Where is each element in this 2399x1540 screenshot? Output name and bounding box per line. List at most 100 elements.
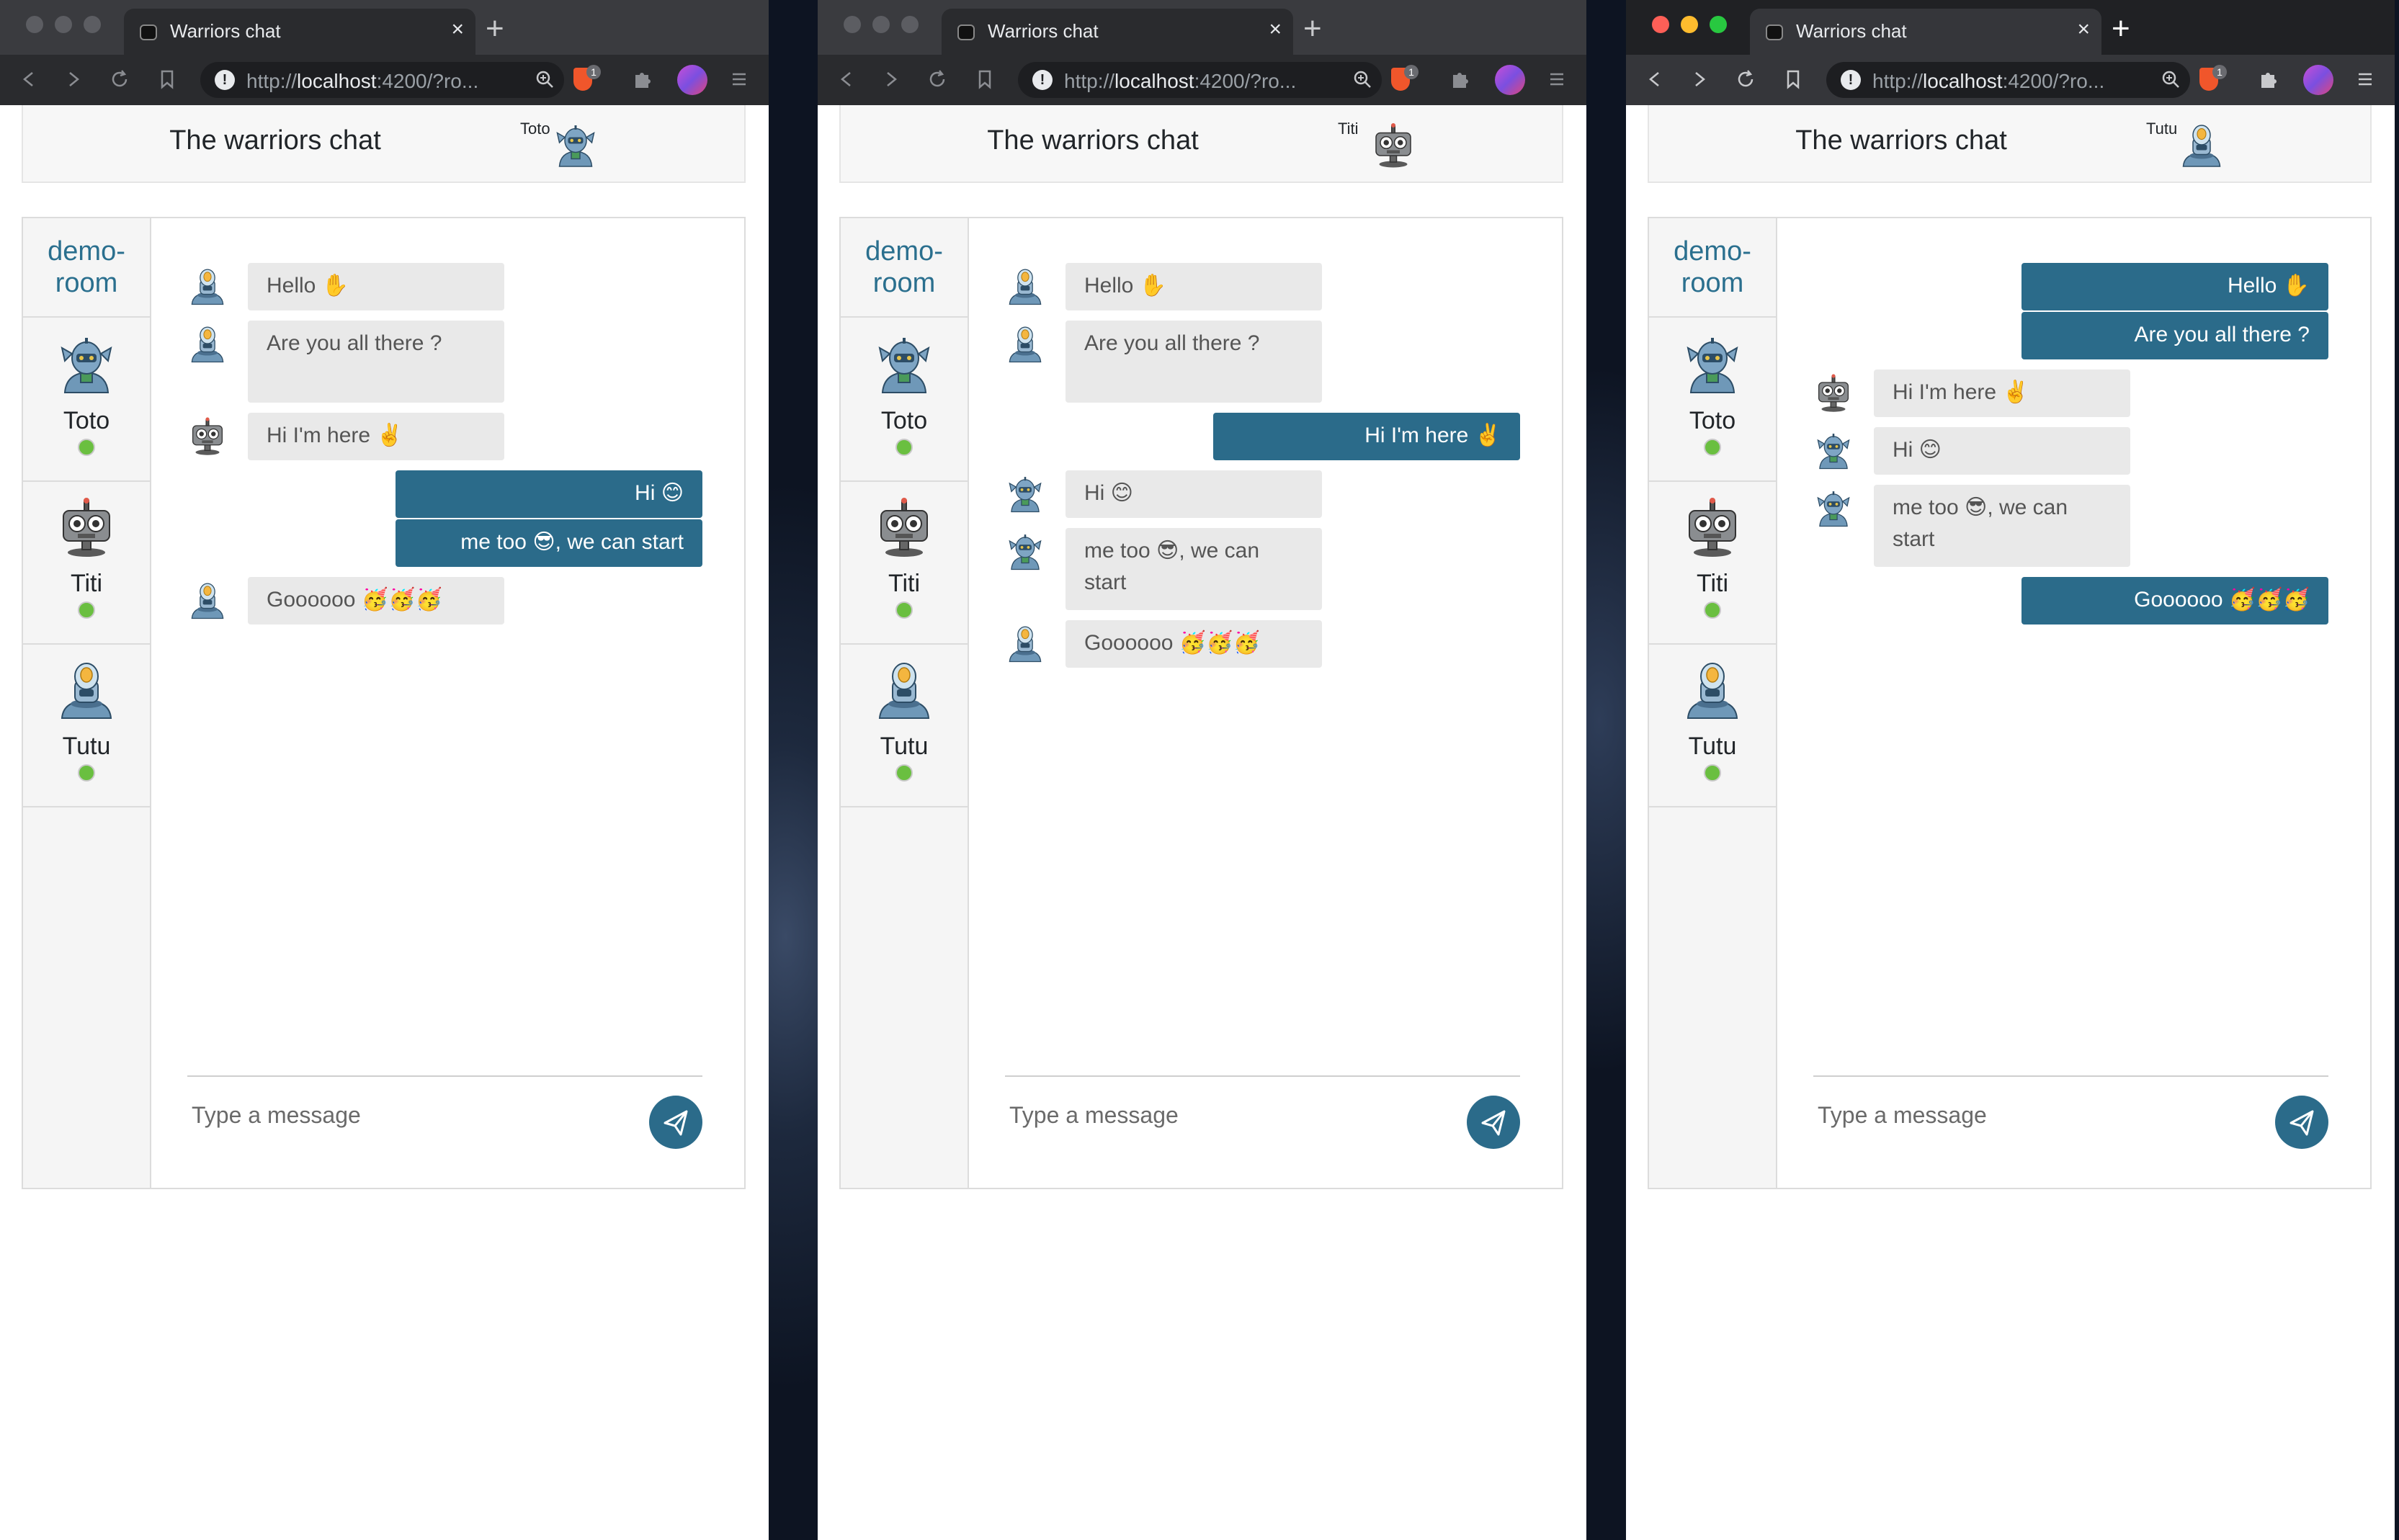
brave-shield-icon[interactable]: 1 — [2199, 65, 2227, 94]
robot-toto-icon — [1005, 531, 1045, 571]
zoom-icon[interactable] — [2160, 66, 2181, 97]
new-tab-button[interactable]: + — [2112, 10, 2130, 48]
brave-shield-icon[interactable]: 1 — [1391, 65, 1419, 94]
tab-warriors-chat[interactable]: Warriors chat × — [124, 9, 475, 55]
incoming-message: Hi 😊 — [1813, 427, 2328, 475]
menu-icon[interactable] — [1542, 63, 1571, 95]
incoming-message: me too 😎, we can start — [1005, 528, 1520, 610]
bookmark-icon[interactable] — [153, 63, 182, 95]
new-tab-button[interactable]: + — [486, 10, 504, 48]
robot-titi-icon — [872, 495, 936, 558]
brave-badge: 1 — [586, 65, 601, 79]
profile-avatar[interactable] — [1495, 65, 1525, 95]
online-status-dot — [895, 439, 913, 456]
menu-icon[interactable] — [2351, 63, 2380, 95]
send-button[interactable] — [2275, 1096, 2328, 1149]
message-bubble: Hi I'm here ✌️ — [1213, 413, 1520, 460]
app-title: The warriors chat — [169, 125, 381, 156]
member-tutu[interactable]: Tutu — [23, 643, 150, 807]
menu-icon[interactable] — [725, 63, 754, 95]
message-input[interactable] — [1816, 1097, 2251, 1133]
browser-chrome: Warriors chat × + ! http://localhost:420… — [818, 0, 1586, 105]
message-bubble: Hello ✋ — [2021, 263, 2328, 310]
address-bar[interactable]: ! http://localhost:4200/?ro... — [200, 62, 564, 98]
info-icon[interactable]: ! — [1032, 70, 1053, 90]
forward-icon[interactable] — [59, 63, 88, 95]
reload-icon[interactable] — [1731, 63, 1760, 95]
member-titi[interactable]: Titi — [1649, 480, 1776, 645]
tab-close-icon[interactable]: × — [1269, 17, 1282, 42]
message-input[interactable] — [1008, 1097, 1443, 1133]
minimize-window-button[interactable] — [55, 16, 72, 33]
address-bar[interactable]: ! http://localhost:4200/?ro... — [1826, 62, 2190, 98]
member-titi[interactable]: Titi — [23, 480, 150, 645]
robot-titi-icon — [1681, 495, 1744, 558]
member-toto[interactable]: Toto — [23, 318, 150, 482]
message-bubble: Goooooo 🥳🥳🥳 — [1066, 620, 1322, 668]
url-text: http://localhost:4200/?ro... — [1872, 70, 2105, 92]
reload-icon[interactable] — [923, 63, 952, 95]
extensions-icon[interactable] — [2254, 63, 2283, 95]
app-title: The warriors chat — [987, 125, 1199, 156]
member-tutu[interactable]: Tutu — [1649, 643, 1776, 807]
fullscreen-window-button[interactable] — [84, 16, 101, 33]
back-icon[interactable] — [1640, 63, 1669, 95]
member-titi[interactable]: Titi — [841, 480, 968, 645]
send-button[interactable] — [1467, 1096, 1520, 1149]
forward-icon[interactable] — [877, 63, 906, 95]
back-icon[interactable] — [14, 63, 43, 95]
member-toto[interactable]: Toto — [841, 318, 968, 482]
chat-card: demo-room Toto Titi Tutu Hello ✋ Are you… — [1648, 217, 2372, 1189]
close-window-button[interactable] — [26, 16, 43, 33]
tab-close-icon[interactable]: × — [451, 17, 464, 42]
fullscreen-window-button[interactable] — [901, 16, 919, 33]
zoom-icon[interactable] — [534, 66, 555, 97]
info-icon[interactable]: ! — [215, 70, 235, 90]
browser-window-tutu: Warriors chat × + ! http://localhost:420… — [1626, 0, 2395, 1540]
app-header: The warriors chat Tutu — [1648, 105, 2372, 183]
minimize-window-button[interactable] — [1681, 16, 1698, 33]
bookmark-icon[interactable] — [970, 63, 999, 95]
brave-shield-icon[interactable]: 1 — [573, 65, 601, 94]
extensions-icon[interactable] — [1446, 63, 1475, 95]
tab-warriors-chat[interactable]: Warriors chat × — [1750, 9, 2101, 55]
close-window-button[interactable] — [1652, 16, 1669, 33]
browser-chrome: Warriors chat × + ! http://localhost:420… — [0, 0, 769, 105]
zoom-icon[interactable] — [1352, 66, 1373, 97]
outgoing-message: Are you all there ? — [1813, 312, 2328, 359]
favicon-icon — [1766, 24, 1783, 40]
robot-titi-icon — [1813, 372, 1854, 413]
info-icon[interactable]: ! — [1841, 70, 1861, 90]
url-text: http://localhost:4200/?ro... — [246, 70, 479, 92]
browser-toolbar: ! http://localhost:4200/?ro... 1 — [818, 55, 1586, 105]
member-tutu[interactable]: Tutu — [841, 643, 968, 807]
back-icon[interactable] — [832, 63, 861, 95]
member-name: Titi — [888, 570, 921, 597]
room-link[interactable]: demo-room — [1649, 218, 1776, 318]
bookmark-icon[interactable] — [1779, 63, 1808, 95]
member-name: Tutu — [880, 733, 929, 760]
member-name: Titi — [70, 570, 103, 597]
room-link[interactable]: demo-room — [23, 218, 150, 318]
close-window-button[interactable] — [844, 16, 861, 33]
page-content: The warriors chat Tutu demo-room Toto Ti… — [1626, 105, 2395, 1540]
member-toto[interactable]: Toto — [1649, 318, 1776, 482]
reload-icon[interactable] — [105, 63, 134, 95]
current-user-avatar — [552, 121, 599, 169]
chat-area: Hello ✋ Are you all there ? Hi I'm here … — [150, 218, 744, 1188]
minimize-window-button[interactable] — [872, 16, 890, 33]
tab-close-icon[interactable]: × — [2077, 17, 2090, 42]
send-button[interactable] — [649, 1096, 702, 1149]
forward-icon[interactable] — [1685, 63, 1714, 95]
member-name: Toto — [63, 407, 110, 434]
profile-avatar[interactable] — [677, 65, 707, 95]
new-tab-button[interactable]: + — [1303, 10, 1322, 48]
message-input[interactable] — [190, 1097, 625, 1133]
tab-strip: Warriors chat × + — [1626, 0, 2395, 55]
fullscreen-window-button[interactable] — [1710, 16, 1727, 33]
room-link[interactable]: demo-room — [841, 218, 968, 318]
extensions-icon[interactable] — [628, 63, 657, 95]
profile-avatar[interactable] — [2303, 65, 2333, 95]
address-bar[interactable]: ! http://localhost:4200/?ro... — [1018, 62, 1382, 98]
tab-warriors-chat[interactable]: Warriors chat × — [942, 9, 1293, 55]
